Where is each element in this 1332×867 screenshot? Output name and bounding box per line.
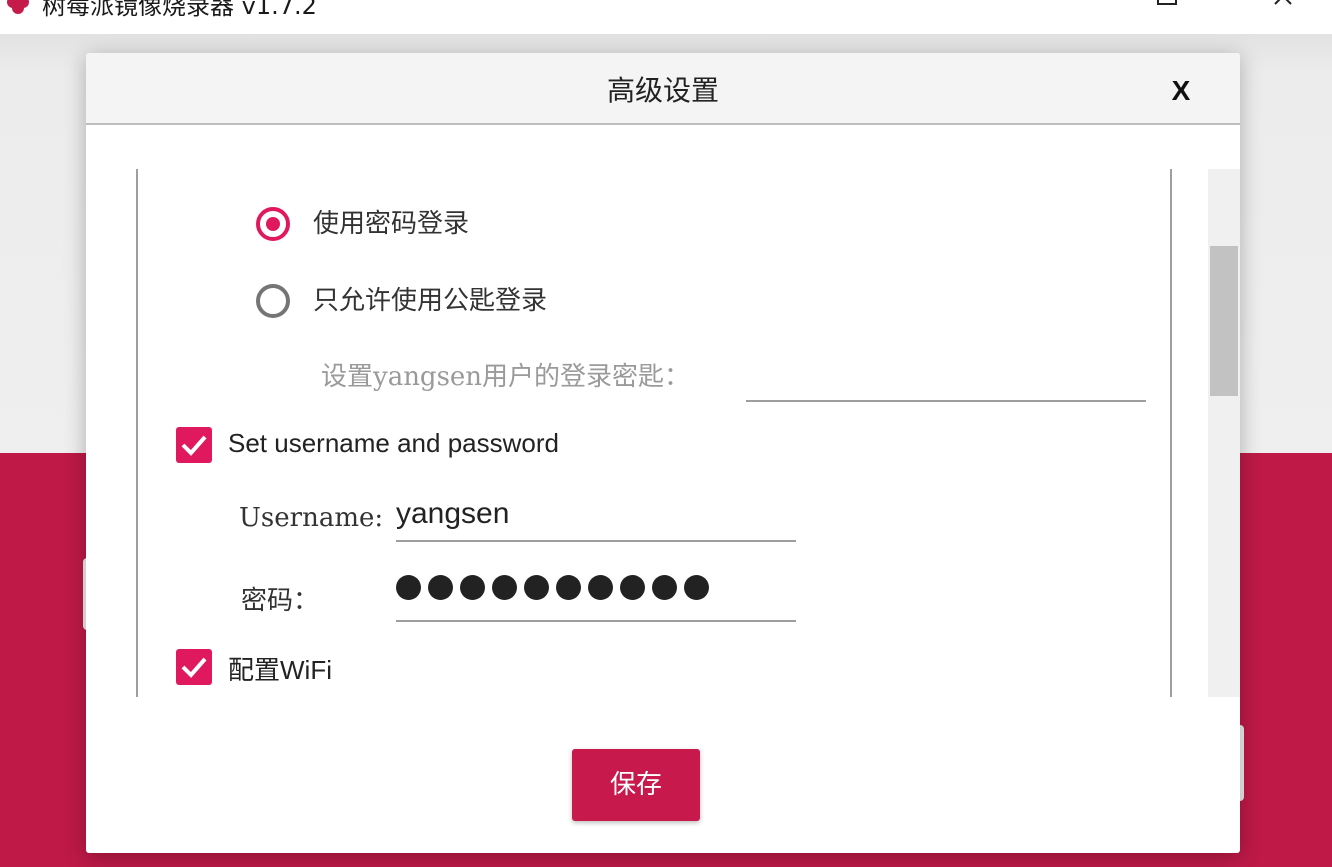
save-button[interactable]: 保存 — [572, 749, 700, 821]
scrollbar-thumb[interactable] — [1210, 246, 1238, 396]
password-dot — [428, 574, 453, 600]
password-dot — [396, 574, 421, 600]
maximize-icon[interactable] — [1154, 0, 1182, 10]
set-credentials-checkbox[interactable] — [176, 427, 212, 463]
pubkey-input[interactable] — [746, 358, 1146, 402]
password-dot — [652, 574, 677, 600]
radio-button-selected[interactable] — [256, 207, 290, 241]
window-title: 树莓派镜像烧录器 v1.7.2 — [42, 0, 317, 20]
pubkey-label: 设置yangsen用户的登录密匙： — [321, 362, 691, 392]
radio-label: 只允许使用公匙登录 — [313, 286, 548, 316]
checkmark-icon — [181, 657, 207, 678]
password-label: 密码： — [241, 586, 320, 616]
window-titlebar: 树莓派镜像烧录器 v1.7.2 — [0, 0, 1332, 34]
username-field[interactable]: yangsen — [396, 494, 796, 542]
dialog-header: 高级设置 X — [86, 53, 1240, 125]
password-dot — [524, 574, 549, 600]
password-dot — [460, 574, 485, 600]
radio-button-unselected[interactable] — [256, 284, 290, 318]
configure-wifi-checkbox[interactable] — [176, 649, 212, 685]
password-dot — [620, 574, 645, 600]
dialog-title: 高级设置 — [606, 74, 719, 107]
password-dot — [684, 574, 709, 600]
password-dot — [588, 574, 613, 600]
checkmark-icon — [181, 435, 207, 456]
raspberry-icon — [7, 0, 29, 14]
password-dot — [556, 574, 581, 600]
close-icon[interactable] — [1270, 0, 1298, 10]
set-credentials-label: Set username and password — [228, 428, 559, 458]
password-mask — [396, 568, 709, 606]
dialog-close-button[interactable]: X — [1166, 69, 1196, 111]
radio-label: 使用密码登录 — [313, 209, 470, 239]
configure-wifi-label: 配置WiFi — [228, 655, 332, 685]
username-label: Username: — [239, 503, 384, 533]
password-dot — [492, 574, 517, 600]
